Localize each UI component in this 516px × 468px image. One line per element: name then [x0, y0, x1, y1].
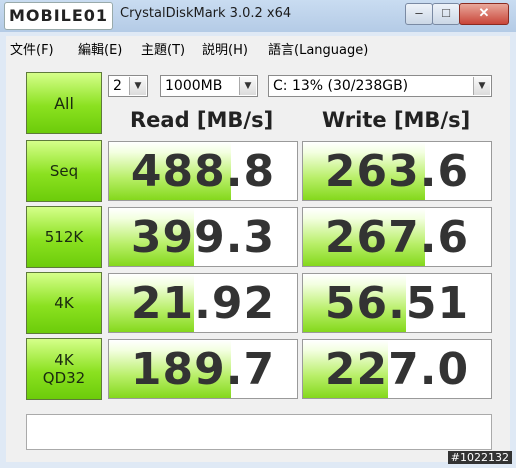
drive-select[interactable]: C: 13% (30/238GB) ▼ [268, 75, 492, 97]
chevron-down-icon: ▼ [129, 77, 146, 95]
menu-help[interactable]: 説明(H) [202, 39, 248, 58]
status-bar [26, 414, 492, 450]
read-value: 488.8 [130, 146, 276, 197]
drive-value: C: 13% (30/238GB) [273, 78, 409, 94]
read-value: 399.3 [130, 212, 276, 263]
watermark-logo: MOBILE01 [4, 2, 114, 30]
write-value: 227.0 [324, 344, 470, 395]
write-value: 56.51 [324, 278, 470, 329]
read-result-0: 488.8 [108, 141, 298, 201]
read-result-3: 189.7 [108, 339, 298, 399]
menu-theme[interactable]: 主題(T) [141, 39, 185, 58]
read-value: 21.92 [130, 278, 276, 329]
menu-edit[interactable]: 編輯(E) [78, 39, 122, 58]
read-header: Read [MB/s] [130, 108, 274, 132]
maximize-button[interactable]: □ [432, 3, 460, 25]
all-button[interactable]: All [26, 72, 102, 134]
close-icon: ✕ [478, 5, 490, 20]
write-value: 263.6 [324, 146, 470, 197]
image-stamp: #1022132 [447, 451, 512, 464]
window-title: CrystalDiskMark 3.0.2 x64 [120, 6, 292, 21]
write-result-1: 267.6 [302, 207, 492, 267]
test-button-1[interactable]: 512K [26, 206, 102, 268]
chevron-down-icon: ▼ [473, 77, 490, 95]
write-result-3: 227.0 [302, 339, 492, 399]
menu-file[interactable]: 文件(F) [10, 39, 54, 58]
main-panel: All 2 ▼ 1000MB ▼ C: 13% (30/238GB) ▼ Rea… [6, 58, 510, 462]
test-button-0[interactable]: Seq [26, 140, 102, 202]
menu-bar: 文件(F) 編輯(E) 主題(T) 説明(H) 語言(Language) [6, 36, 510, 58]
maximize-icon: □ [442, 5, 450, 20]
menu-language[interactable]: 語言(Language) [268, 39, 368, 58]
write-result-2: 56.51 [302, 273, 492, 333]
count-select[interactable]: 2 ▼ [108, 75, 148, 97]
test-button-2[interactable]: 4K [26, 272, 102, 334]
write-header: Write [MB/s] [322, 108, 471, 132]
write-value: 267.6 [324, 212, 470, 263]
write-result-0: 263.6 [302, 141, 492, 201]
minimize-button[interactable]: – [405, 3, 433, 25]
minimize-icon: – [415, 5, 423, 20]
test-button-3[interactable]: 4K QD32 [26, 338, 102, 400]
size-select[interactable]: 1000MB ▼ [160, 75, 258, 97]
chevron-down-icon: ▼ [239, 77, 256, 95]
read-result-2: 21.92 [108, 273, 298, 333]
title-bar: MOBILE01 CrystalDiskMark 3.0.2 x64 – □ ✕ [0, 0, 516, 32]
read-value: 189.7 [130, 344, 276, 395]
count-value: 2 [113, 78, 122, 94]
size-value: 1000MB [165, 78, 223, 94]
read-result-1: 399.3 [108, 207, 298, 267]
close-button[interactable]: ✕ [459, 3, 509, 25]
